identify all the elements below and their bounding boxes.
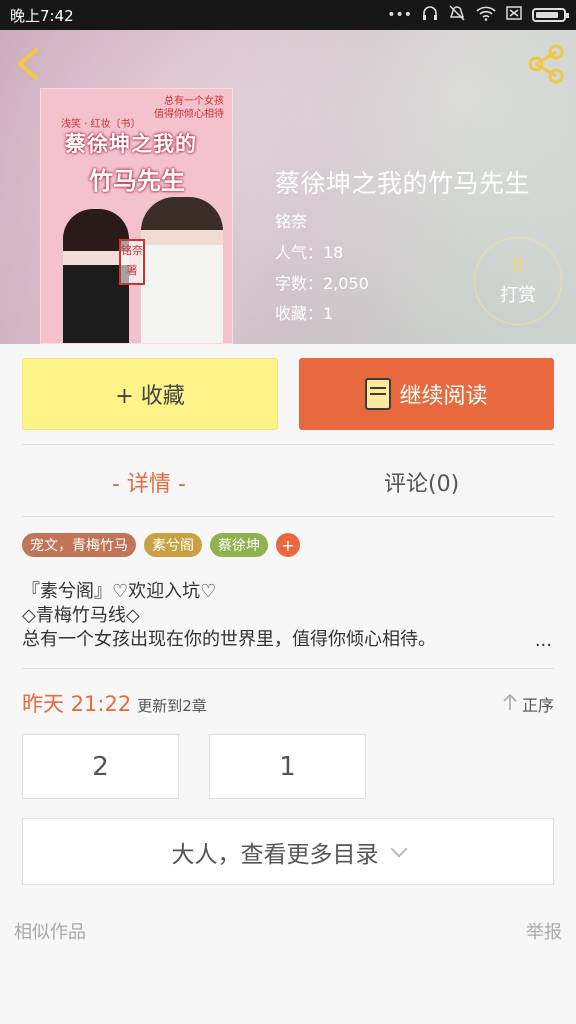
tab-detail[interactable]: - 详情 -	[112, 466, 186, 498]
tag-list: 宠文，青梅竹马 素兮阁 蔡徐坤 +	[22, 533, 300, 557]
cover-boy-figure	[141, 197, 223, 343]
cover-tagline: 总有一个女孩 值得你倾心相待	[154, 95, 224, 121]
book-description[interactable]: 『素兮阁』♡欢迎入坑♡ ◇青梅竹马线◇ 总有一个女孩出现在你的世界里，值得你倾心…	[22, 580, 554, 652]
reward-label: 打赏	[500, 285, 536, 306]
divider	[22, 516, 554, 517]
tag-studio[interactable]: 素兮阁	[144, 533, 202, 557]
description-expand-button[interactable]: ...	[535, 630, 552, 651]
chapter-item[interactable]: 2	[22, 734, 179, 799]
sort-order-button[interactable]: 正序	[502, 692, 554, 716]
cover-seal: 铭奈 著	[119, 239, 145, 285]
book-author[interactable]: 铭奈	[275, 208, 307, 232]
more-catalog-label: 大人，查看更多目录	[171, 841, 379, 868]
cover-side-text: 浅笑 · 红妆〔书〕	[61, 119, 141, 130]
status-icons: •••	[387, 5, 569, 25]
favorite-button[interactable]: + 收藏	[22, 358, 278, 430]
book-word-count: 字数：2,050	[275, 274, 369, 293]
headphones-icon	[422, 5, 438, 25]
tab-comments[interactable]: 评论(0)	[384, 466, 459, 498]
book-favorites: 收藏：1	[275, 304, 334, 323]
chevron-down-icon	[390, 840, 407, 857]
cover-title-line1: 蔡徐坤之我的	[65, 131, 197, 156]
sim-off-icon	[506, 6, 522, 24]
share-button[interactable]	[526, 44, 566, 84]
tag-star[interactable]: 蔡徐坤	[210, 533, 268, 557]
cover-tagline-1: 总有一个女孩	[164, 96, 224, 107]
cover-title-line2: 竹马先生	[89, 166, 185, 195]
mute-icon	[448, 5, 466, 25]
sort-order-label: 正序	[521, 696, 554, 715]
book-header: 总有一个女孩 值得你倾心相待 浅笑 · 红妆〔书〕 蔡徐坤之我的 竹马先生 铭奈…	[0, 30, 576, 344]
reward-button[interactable]: 0 打赏	[474, 237, 562, 325]
status-bar: 晚上7:42 •••	[0, 0, 576, 30]
update-time: 昨天 21:22	[22, 692, 132, 716]
book-title: 蔡徐坤之我的竹马先生	[275, 169, 531, 198]
book-cover[interactable]: 总有一个女孩 值得你倾心相待 浅笑 · 红妆〔书〕 蔡徐坤之我的 竹马先生 铭奈…	[40, 88, 233, 344]
book-icon	[365, 378, 392, 410]
update-chapters: 更新到2章	[137, 697, 207, 715]
more-catalog-button[interactable]: 大人，查看更多目录	[22, 818, 554, 885]
description-line: 『素兮阁』♡欢迎入坑♡	[22, 581, 217, 602]
chapter-item[interactable]: 1	[209, 734, 366, 799]
battery-icon	[532, 8, 569, 22]
continue-reading-button[interactable]: 继续阅读	[299, 358, 554, 430]
back-button[interactable]	[12, 46, 48, 82]
status-time: 晚上7:42	[10, 6, 74, 25]
share-icon	[528, 44, 564, 84]
description-line: ◇青梅竹马线◇	[22, 605, 140, 626]
tag-genre[interactable]: 宠文，青梅竹马	[22, 533, 136, 557]
arrow-up-icon	[502, 693, 518, 716]
divider	[22, 668, 554, 669]
add-tag-button[interactable]: +	[276, 533, 300, 557]
continue-reading-label: 继续阅读	[399, 384, 488, 409]
update-info: 昨天 21:22 更新到2章	[22, 688, 207, 718]
favorite-button-label: + 收藏	[115, 384, 185, 409]
cover-tagline-2: 值得你倾心相待	[154, 109, 224, 120]
dots-icon: •••	[387, 7, 412, 23]
divider	[22, 444, 554, 445]
description-line: 总有一个女孩出现在你的世界里，值得你倾心相待。	[22, 629, 436, 650]
wifi-icon	[476, 5, 496, 25]
back-arrow-icon	[18, 48, 38, 80]
similar-works-heading: 相似作品	[14, 922, 86, 943]
report-link[interactable]: 举报	[526, 918, 562, 944]
reward-count: 0	[511, 255, 525, 277]
book-popularity: 人气：18	[275, 243, 344, 262]
